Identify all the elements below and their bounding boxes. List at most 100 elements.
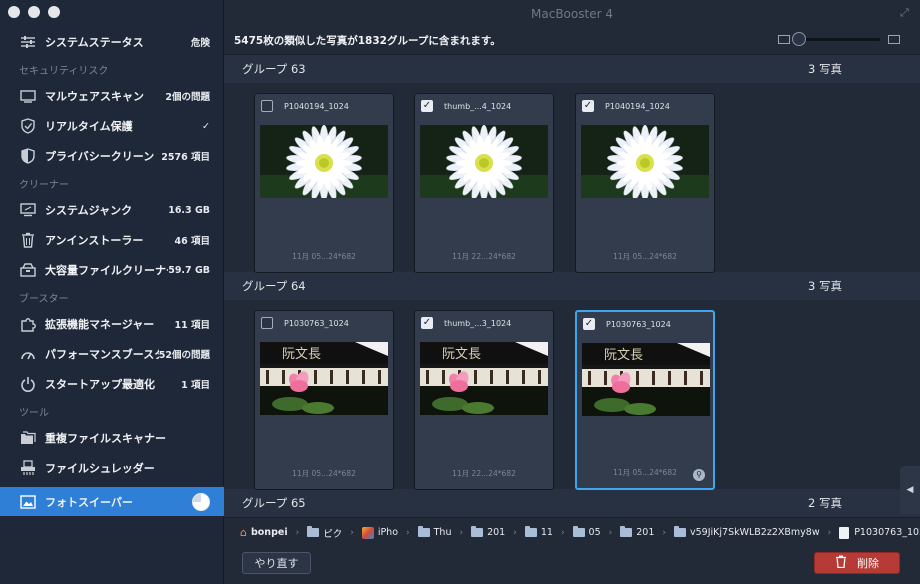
large-thumbnail-icon[interactable]	[888, 35, 900, 44]
sidebar-item-malware-scan[interactable]: マルウェアスキャン 2個の問題	[0, 81, 224, 111]
sidebar-item-startup-optimization[interactable]: スタートアップ最適化 1 項目	[0, 369, 224, 399]
file-icon	[839, 526, 850, 539]
puzzle-icon	[18, 315, 38, 333]
photo-filename: P1030763_1024	[284, 318, 349, 328]
path-crumb[interactable]: P1030763_1024.jpg	[839, 526, 920, 539]
duplicate-folder-icon	[18, 429, 38, 447]
photo-checkbox[interactable]: ✓	[421, 100, 433, 112]
sidebar-item-duplicate-scanner[interactable]: 重複ファイルスキャナー	[0, 423, 224, 453]
group-header: グループ 63 3 写真	[224, 55, 920, 83]
power-icon	[18, 375, 38, 393]
sidebar-item-label: 拡張機能マネージャー	[45, 318, 155, 331]
home-icon: ⌂	[240, 526, 247, 539]
folder-icon	[524, 526, 537, 537]
sidebar-item-label: パフォーマンスブースター	[45, 348, 159, 361]
sidebar-item-system-status[interactable]: システムステータス 危険	[0, 27, 224, 57]
path-crumb[interactable]: 05	[572, 526, 601, 538]
photo-checkbox[interactable]	[261, 100, 273, 112]
path-crumb[interactable]: v59JiKj7SkWLB2z2XBmy8w	[674, 526, 820, 538]
small-thumbnail-icon[interactable]	[778, 35, 790, 44]
photo-filename: P1040194_1024	[605, 101, 670, 111]
size-value: 59.7 GB	[168, 264, 210, 276]
photo-checkbox[interactable]: ✓	[421, 317, 433, 329]
thumbnail-size-control	[778, 32, 900, 46]
path-crumb[interactable]: 11	[524, 526, 553, 538]
photo-thumbnail: 阮文長	[420, 342, 548, 415]
path-separator: ›	[295, 527, 300, 538]
photo-card[interactable]: P1030763_1024 阮文長 11月 05...24*682	[254, 310, 394, 490]
slider-knob[interactable]	[792, 32, 806, 46]
photo-thumbnail	[420, 125, 548, 198]
magnify-icon[interactable]: ⚲	[693, 469, 705, 481]
photo-card[interactable]: ✓ thumb_...4_1024 11月 22...24*682	[414, 93, 554, 273]
path-crumb[interactable]: Thu	[417, 526, 451, 538]
photo-card[interactable]: ✓ P1040194_1024 11月 05...24*682	[575, 93, 715, 273]
path-crumb[interactable]: 201	[620, 526, 654, 538]
path-crumb[interactable]: iPho	[361, 526, 398, 539]
svg-text:阮文長: 阮文長	[442, 347, 481, 362]
svg-text:阮文長: 阮文長	[604, 348, 643, 363]
photo-filename: P1040194_1024	[284, 101, 349, 111]
minimize-window-button[interactable]	[28, 6, 40, 18]
path-crumb[interactable]: ⌂ bonpei	[240, 526, 288, 539]
sidebar-item-label: システムステータス	[45, 36, 144, 49]
delete-button[interactable]: 削除	[814, 552, 900, 574]
sidebar-item-label: アンインストーラー	[45, 234, 144, 247]
sidebar-item-photo-sweeper[interactable]: フォトスイーパー	[0, 487, 224, 516]
photo-checkbox[interactable]: ✓	[583, 318, 595, 330]
sidebar-item-extension-manager[interactable]: 拡張機能マネージャー 11 項目	[0, 309, 224, 339]
fullscreen-icon[interactable]: ⤢	[900, 6, 912, 19]
path-crumb[interactable]: ピク	[307, 526, 342, 540]
group-photos: P1040194_1024 11月 05...24*682 ✓ thumb_...…	[224, 83, 920, 273]
section-header-tools: ツール	[19, 407, 49, 419]
photo-meta: 11月 05...24*682	[292, 469, 356, 478]
thumbnail-size-slider[interactable]	[792, 32, 880, 46]
photo-thumbnail	[581, 125, 709, 198]
issue-count: 2個の問題	[165, 92, 210, 103]
sidebar-item-label: プライバシークリーン	[45, 150, 155, 163]
sidebar-item-realtime-protection[interactable]: リアルタイム保護 ✓	[0, 111, 224, 141]
folder-icon	[674, 526, 686, 537]
photo-card[interactable]: P1040194_1024 11月 05...24*682	[254, 93, 394, 273]
group-title: グループ 63	[242, 62, 306, 76]
collapse-panel-button[interactable]: ◀	[900, 466, 920, 514]
sidebar-item-label: マルウェアスキャン	[45, 90, 144, 103]
section-header-security: セキュリティリスク	[19, 65, 109, 77]
monitor-scan-icon	[18, 87, 38, 105]
item-count: 1 項目	[181, 380, 210, 391]
sidebar-item-privacy-clean[interactable]: プライバシークリーン 2576 項目	[0, 141, 224, 171]
photo-checkbox[interactable]: ✓	[582, 100, 594, 112]
path-crumb[interactable]: 201	[471, 526, 505, 538]
photo-card-selected[interactable]: ✓ P1030763_1024 阮文長 11月 05...24*682 ⚲	[575, 310, 715, 490]
photo-meta: 11月 22...24*682	[452, 252, 516, 261]
path-separator: ›	[827, 527, 832, 538]
privacy-shield-icon	[18, 147, 38, 165]
sidebar-item-file-shredder[interactable]: ファイルシュレッダー	[0, 453, 224, 483]
photo-icon	[18, 493, 38, 511]
status-badge: 危険	[190, 38, 210, 49]
monitor-icon	[18, 201, 38, 219]
sidebar-item-large-file-cleaner[interactable]: 大容量ファイルクリーナー 59.7 GB	[0, 255, 224, 285]
group-count: 2 写真	[808, 496, 842, 510]
photo-checkbox[interactable]	[261, 317, 273, 329]
path-separator: ›	[459, 527, 464, 538]
photo-groups-list[interactable]: グループ 63 3 写真 P1040194_1024 11月 05...24*6…	[224, 55, 920, 517]
zoom-window-button[interactable]	[48, 6, 60, 18]
sidebar-item-system-junk[interactable]: システムジャンク 16.3 GB	[0, 195, 224, 225]
svg-text:阮文長: 阮文長	[282, 347, 321, 362]
close-window-button[interactable]	[8, 6, 20, 18]
trash-icon	[18, 231, 38, 249]
sidebar-item-label: ファイルシュレッダー	[45, 462, 155, 475]
path-separator: ›	[608, 527, 613, 538]
path-separator: ›	[662, 527, 666, 538]
scan-progress-icon	[192, 492, 210, 511]
photo-filename: thumb_...3_1024	[444, 318, 512, 328]
sidebar-item-performance-booster[interactable]: パフォーマンスブースター 52個の問題	[0, 339, 224, 369]
undo-button[interactable]: やり直す	[242, 552, 311, 574]
section-header-booster: ブースター	[19, 293, 69, 305]
photo-card[interactable]: ✓ thumb_...3_1024 阮文長 11月 22...24*682	[414, 310, 554, 490]
sliders-icon	[18, 33, 38, 51]
sidebar-item-uninstaller[interactable]: アンインストーラー 46 項目	[0, 225, 224, 255]
shield-check-icon	[18, 117, 38, 135]
folder-icon	[307, 526, 320, 537]
